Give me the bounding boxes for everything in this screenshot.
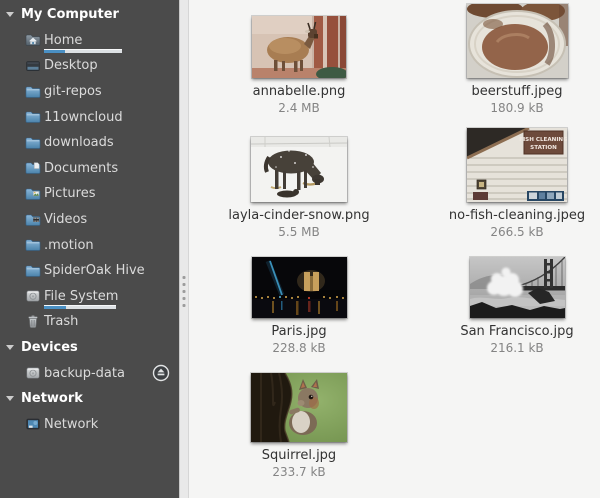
disk-usage-bar [44,305,116,309]
sidebar-item-git-repos[interactable]: git-repos [0,79,179,105]
sidebar-item-videos[interactable]: Videos [0,207,179,233]
sidebar-item-downloads[interactable]: downloads [0,130,179,156]
file-name: no-fish-cleaning.jpeg [407,208,600,223]
pane-splitter[interactable] [179,0,189,498]
svg-text:FISH CLEANING: FISH CLEANING [519,137,567,143]
file-item[interactable]: FISH CLEANING STATION no-fish-cleaning.j… [407,124,600,239]
sidebar-section-network[interactable]: Network [0,386,179,412]
pictures-folder-icon [25,186,41,202]
folder-icon [25,84,41,100]
sidebar-item-spideroak-hive[interactable]: SpiderOak Hive [0,258,179,284]
sidebar-item-label: SpiderOak Hive [44,263,145,278]
sidebar-item-label: Documents [44,161,118,176]
sidebar-item-label: Videos [44,212,87,227]
goat-photo-thumbnail [252,16,346,78]
file-size: 216.1 kB [407,341,600,355]
sidebar-item-label: File System [44,289,118,304]
file-size: 233.7 kB [189,465,409,479]
golden-gate-bridge-photo-thumbnail [470,257,565,318]
sidebar-item-label: Network [44,417,98,432]
files-pane: annabelle.png 2.4 MB beerstuff [189,0,600,498]
section-label: My Computer [21,7,119,22]
documents-folder-icon [25,160,41,176]
drive-icon [25,288,41,304]
file-name: Squirrel.jpg [189,448,409,463]
file-size: 266.5 kB [407,225,600,239]
squirrel-photo-thumbnail [251,373,347,442]
folder-icon [25,135,41,151]
splitter-grip-icon [183,276,186,307]
folder-icon [25,263,41,279]
file-size: 228.8 kB [189,341,409,355]
sidebar-item-trash[interactable]: Trash [0,309,179,335]
file-item[interactable]: Paris.jpg 228.8 kB [189,246,409,355]
expander-icon[interactable] [6,345,14,350]
places-sidebar: My Computer Home Desktop git-repos 11own… [0,0,179,498]
home-folder-icon [25,32,41,48]
file-name: annabelle.png [189,84,409,99]
sidebar-item-desktop[interactable]: Desktop [0,53,179,79]
file-name: beerstuff.jpeg [407,84,600,99]
file-size: 5.5 MB [189,225,409,239]
sidebar-section-devices[interactable]: Devices [0,335,179,361]
jar-of-brown-liquid-photo-thumbnail [467,4,568,78]
sidebar-item-documents[interactable]: Documents [0,156,179,182]
file-name: San Francisco.jpg [407,324,600,339]
file-manager-window: My Computer Home Desktop git-repos 11own… [0,0,600,498]
expander-icon[interactable] [6,396,14,401]
file-item[interactable]: San Francisco.jpg 216.1 kB [407,246,600,355]
sidebar-item-11owncloud[interactable]: 11owncloud [0,104,179,130]
sidebar-item-label: Pictures [44,186,95,201]
fish-cleaning-station-photo-thumbnail: FISH CLEANING STATION [467,128,567,202]
file-name: layla-cinder-snow.png [189,208,409,223]
horse-in-snow-photo-thumbnail [251,137,347,202]
section-label: Network [21,391,83,406]
file-item[interactable]: annabelle.png 2.4 MB [189,0,409,115]
folder-icon [25,237,41,253]
paris-night-photo-thumbnail [252,257,347,318]
desktop-icon [25,58,41,74]
disk-usage-bar [44,49,122,53]
sidebar-item-home[interactable]: Home [0,28,179,54]
sidebar-item-label: downloads [44,135,114,150]
file-size: 2.4 MB [189,101,409,115]
folder-icon [25,109,41,125]
sidebar-item-label: Trash [44,314,78,329]
sidebar-item-label: Desktop [44,58,98,73]
sidebar-item-label: backup-data [44,366,125,381]
expander-icon[interactable] [6,12,14,17]
drive-icon [25,365,41,381]
sidebar-item-network[interactable]: Network [0,412,179,438]
sidebar-item-motion[interactable]: .motion [0,232,179,258]
sidebar-item-backup-data[interactable]: backup-data [0,360,179,386]
file-item[interactable]: Squirrel.jpg 233.7 kB [189,366,409,479]
sidebar-item-label: .motion [44,238,94,253]
section-label: Devices [21,340,78,355]
eject-button[interactable] [152,364,170,382]
file-item[interactable]: layla-cinder-snow.png 5.5 MB [189,124,409,239]
svg-text:STATION: STATION [530,145,557,151]
sidebar-item-label: git-repos [44,84,102,99]
sidebar-item-pictures[interactable]: Pictures [0,181,179,207]
sidebar-section-my-computer[interactable]: My Computer [0,2,179,28]
file-size: 180.9 kB [407,101,600,115]
sidebar-item-file-system[interactable]: File System [0,284,179,310]
trash-icon [25,314,41,330]
file-item[interactable]: beerstuff.jpeg 180.9 kB [407,0,600,115]
videos-folder-icon [25,212,41,228]
sidebar-item-label: 11owncloud [44,110,123,125]
network-icon [25,416,41,432]
sidebar-item-label: Home [44,33,82,48]
sidebar-item-label-wrap: File System [44,289,118,304]
sidebar-item-label-wrap: Home [44,33,82,48]
file-name: Paris.jpg [189,324,409,339]
